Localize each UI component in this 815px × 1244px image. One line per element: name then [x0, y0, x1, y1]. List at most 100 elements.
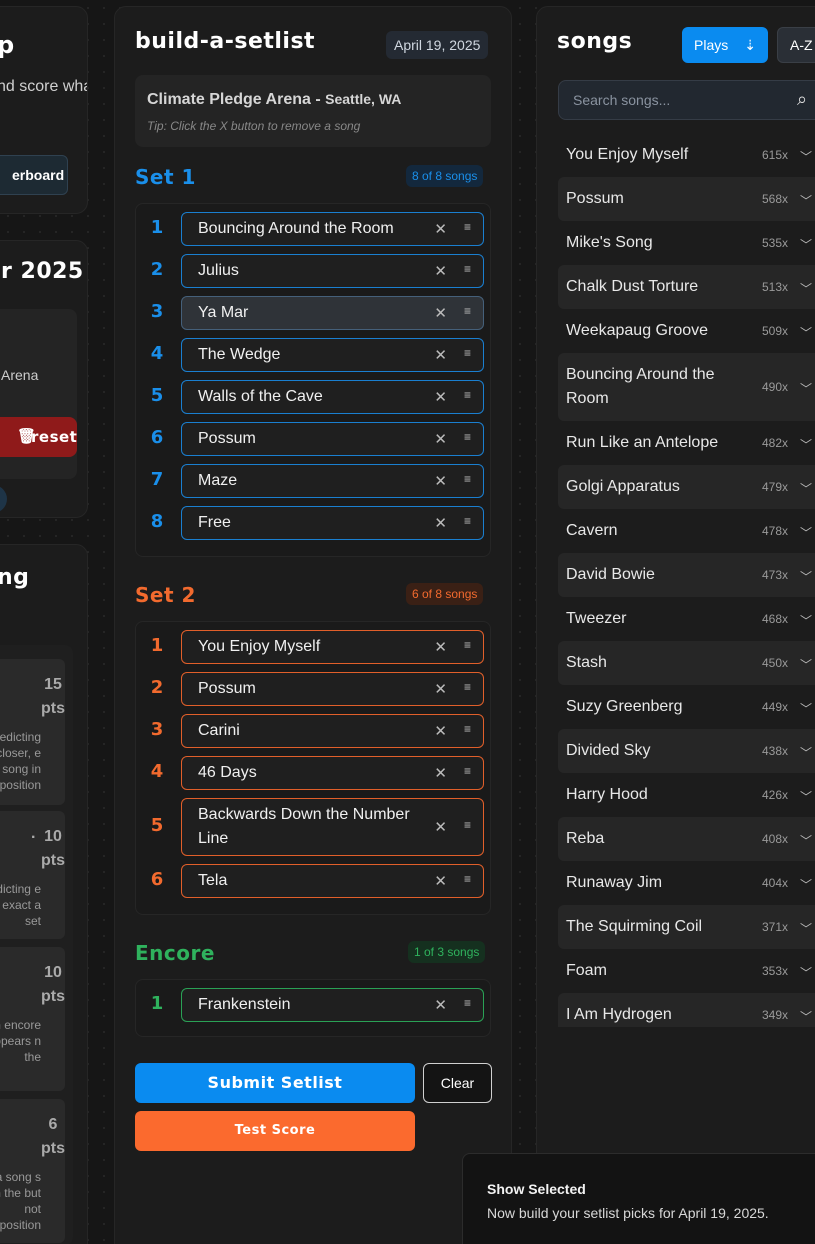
song-item[interactable]: I Am Hydrogen 349x ﹀: [558, 993, 815, 1027]
song-title: Runaway Jim: [566, 874, 663, 891]
remove-song-icon[interactable]: ✕: [434, 220, 447, 238]
song-item[interactable]: Weekapaug Groove 509x ﹀: [558, 309, 815, 353]
chevron-down-icon[interactable]: ﹀: [800, 524, 812, 541]
chevron-down-icon[interactable]: ﹀: [800, 436, 812, 453]
set-song-slot[interactable]: Tela ✕ ≡: [181, 864, 484, 898]
submit-setlist-button[interactable]: Submit Setlist: [135, 1063, 415, 1103]
drag-handle-icon[interactable]: ≡: [464, 997, 471, 1009]
points-value: 15 pts: [41, 676, 65, 717]
chevron-down-icon[interactable]: ﹀: [800, 920, 812, 937]
chevron-down-icon[interactable]: ﹀: [800, 568, 812, 585]
clear-button[interactable]: Clear: [423, 1063, 492, 1103]
song-item[interactable]: Divided Sky 438x ﹀: [558, 729, 815, 773]
drag-handle-icon[interactable]: ≡: [464, 819, 471, 831]
drag-handle-icon[interactable]: ≡: [464, 347, 471, 359]
chevron-down-icon[interactable]: ﹀: [800, 876, 812, 893]
leaderboard-button[interactable]: erboard: [0, 155, 68, 195]
set-song-slot[interactable]: Ya Mar ✕ ≡: [181, 296, 484, 330]
remove-song-icon[interactable]: ✕: [434, 262, 447, 280]
remove-song-icon[interactable]: ✕: [434, 996, 447, 1014]
remove-song-icon[interactable]: ✕: [434, 872, 447, 890]
chevron-down-icon[interactable]: ﹀: [800, 324, 812, 341]
remove-song-icon[interactable]: ✕: [434, 346, 447, 364]
set-song-slot[interactable]: You Enjoy Myself ✕ ≡: [181, 630, 484, 664]
song-item[interactable]: Harry Hood 426x ﹀: [558, 773, 815, 817]
song-item[interactable]: Golgi Apparatus 479x ﹀: [558, 465, 815, 509]
song-item[interactable]: Foam 353x ﹀: [558, 949, 815, 993]
set-song-slot[interactable]: Possum ✕ ≡: [181, 672, 484, 706]
remove-song-icon[interactable]: ✕: [434, 430, 447, 448]
drag-handle-icon[interactable]: ≡: [464, 221, 471, 233]
song-item[interactable]: Chalk Dust Torture 513x ﹀: [558, 265, 815, 309]
song-item[interactable]: Bouncing Around the Room 490x ﹀: [558, 353, 815, 421]
drag-handle-icon[interactable]: ≡: [464, 473, 471, 485]
drag-handle-icon[interactable]: ≡: [464, 681, 471, 693]
song-item[interactable]: Run Like an Antelope 482x ﹀: [558, 421, 815, 465]
chevron-down-icon[interactable]: ﹀: [800, 964, 812, 981]
drag-handle-icon[interactable]: ≡: [464, 305, 471, 317]
song-item[interactable]: Tweezer 468x ﹀: [558, 597, 815, 641]
song-item[interactable]: Mike's Song 535x ﹀: [558, 221, 815, 265]
chevron-down-icon[interactable]: ﹀: [800, 380, 812, 397]
set-song-slot[interactable]: Maze ✕ ≡: [181, 464, 484, 498]
chevron-down-icon[interactable]: ﹀: [800, 656, 812, 673]
set-song-slot[interactable]: 46 Days ✕ ≡: [181, 756, 484, 790]
chevron-down-icon[interactable]: ﹀: [800, 1008, 812, 1025]
chevron-down-icon[interactable]: ﹀: [800, 788, 812, 805]
remove-song-icon[interactable]: ✕: [434, 472, 447, 490]
song-list[interactable]: You Enjoy Myself 615x ﹀ Possum 568x ﹀ Mike's…: [558, 133, 815, 1027]
chevron-down-icon[interactable]: ﹀: [800, 192, 812, 209]
sort-az-button[interactable]: A-Z: [777, 27, 815, 63]
song-item[interactable]: Suzy Greenberg 449x ﹀: [558, 685, 815, 729]
chevron-down-icon[interactable]: ﹀: [800, 236, 812, 253]
toggle-pill[interactable]: [0, 485, 7, 513]
drag-handle-icon[interactable]: ≡: [464, 765, 471, 777]
chevron-down-icon[interactable]: ﹀: [800, 744, 812, 761]
song-item[interactable]: Runaway Jim 404x ﹀: [558, 861, 815, 905]
song-item[interactable]: Possum 568x ﹀: [558, 177, 815, 221]
song-item[interactable]: David Bowie 473x ﹀: [558, 553, 815, 597]
drag-handle-icon[interactable]: ≡: [464, 389, 471, 401]
chevron-down-icon[interactable]: ﹀: [800, 148, 812, 165]
set-song-slot[interactable]: Walls of the Cave ✕ ≡: [181, 380, 484, 414]
remove-song-icon[interactable]: ✕: [434, 722, 447, 740]
song-title: You Enjoy Myself: [566, 146, 689, 163]
set-song-slot[interactable]: Carini ✕ ≡: [181, 714, 484, 748]
remove-song-icon[interactable]: ✕: [434, 764, 447, 782]
chevron-down-icon[interactable]: ﹀: [800, 832, 812, 849]
set-song-slot[interactable]: Bouncing Around the Room ✕ ≡: [181, 212, 484, 246]
remove-song-icon[interactable]: ✕: [434, 680, 447, 698]
song-title: Bouncing Around the Room: [566, 366, 715, 407]
song-item[interactable]: The Squirming Coil 371x ﹀: [558, 905, 815, 949]
chevron-down-icon[interactable]: ﹀: [800, 700, 812, 717]
drag-handle-icon[interactable]: ≡: [464, 723, 471, 735]
search-input[interactable]: [573, 90, 773, 110]
remove-song-icon[interactable]: ✕: [434, 388, 447, 406]
drag-handle-icon[interactable]: ≡: [464, 873, 471, 885]
set-song-slot[interactable]: Possum ✕ ≡: [181, 422, 484, 456]
remove-song-icon[interactable]: ✕: [434, 818, 447, 836]
set-song-slot[interactable]: The Wedge ✕ ≡: [181, 338, 484, 372]
reset-button[interactable]: 🗑 reset: [0, 417, 77, 457]
set-song-slot[interactable]: Julius ✕ ≡: [181, 254, 484, 288]
chevron-down-icon[interactable]: ﹀: [800, 280, 812, 297]
search-icon[interactable]: ⌕: [797, 89, 807, 110]
song-item[interactable]: Reba 408x ﹀: [558, 817, 815, 861]
set-song-slot[interactable]: Backwards Down the Number Line ✕ ≡: [181, 798, 484, 856]
drag-handle-icon[interactable]: ≡: [464, 263, 471, 275]
remove-song-icon[interactable]: ✕: [434, 638, 447, 656]
drag-handle-icon[interactable]: ≡: [464, 515, 471, 527]
remove-song-icon[interactable]: ✕: [434, 304, 447, 322]
drag-handle-icon[interactable]: ≡: [464, 639, 471, 651]
sort-plays-button[interactable]: Plays ⇣: [682, 27, 768, 63]
set-song-slot[interactable]: Frankenstein ✕ ≡: [181, 988, 484, 1022]
test-score-button[interactable]: Test Score: [135, 1111, 415, 1151]
remove-song-icon[interactable]: ✕: [434, 514, 447, 532]
chevron-down-icon[interactable]: ﹀: [800, 480, 812, 497]
chevron-down-icon[interactable]: ﹀: [800, 612, 812, 629]
drag-handle-icon[interactable]: ≡: [464, 431, 471, 443]
song-item[interactable]: You Enjoy Myself 615x ﹀: [558, 133, 815, 177]
song-item[interactable]: Stash 450x ﹀: [558, 641, 815, 685]
song-item[interactable]: Cavern 478x ﹀: [558, 509, 815, 553]
set-song-slot[interactable]: Free ✕ ≡: [181, 506, 484, 540]
